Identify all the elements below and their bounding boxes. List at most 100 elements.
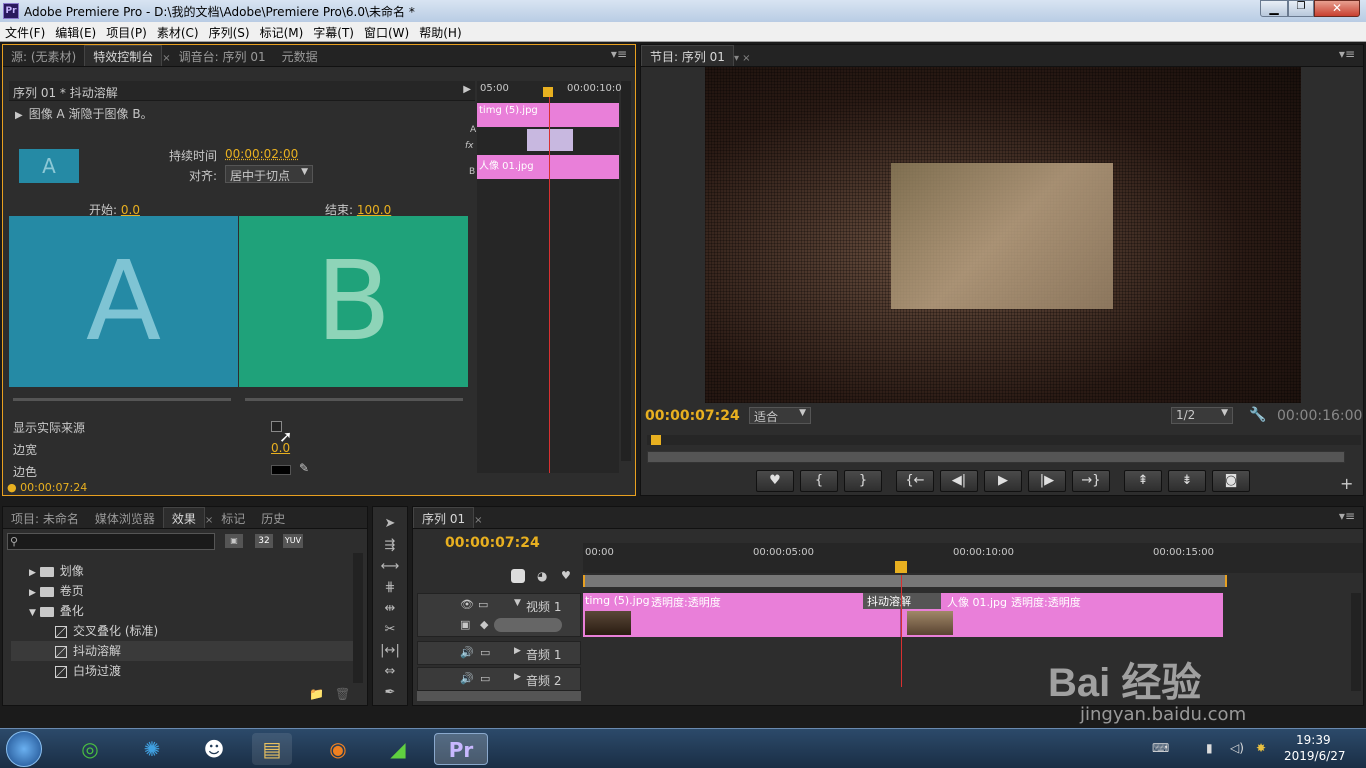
tree-folder-dissolve[interactable]: ▼ 叠化 (11, 601, 355, 621)
resolution-dropdown[interactable]: 1/2 ▼ (1171, 407, 1233, 424)
keyframe-nav[interactable] (494, 618, 562, 632)
close-icon[interactable]: ✕ (1314, 0, 1360, 17)
panel-menu-icon[interactable]: ▾≡ (1339, 509, 1355, 523)
add-marker-icon[interactable]: ◕ (537, 569, 547, 583)
program-playhead-icon[interactable] (651, 435, 661, 445)
selection-tool-icon[interactable]: ➤ (379, 516, 401, 534)
rate-stretch-icon[interactable]: ⇹ (379, 601, 401, 619)
qq-icon[interactable]: ☻ (194, 733, 234, 765)
marker-icon[interactable]: ♥ (561, 569, 571, 582)
eye-icon[interactable]: 👁 (460, 598, 474, 611)
mini-transition[interactable] (527, 129, 573, 151)
speaker-icon[interactable]: 🔊 (460, 646, 474, 659)
tab-close-icon[interactable]: × (205, 515, 213, 526)
tab-media-browser[interactable]: 媒体浏览器 (87, 508, 163, 528)
program-zoom-bar[interactable] (647, 451, 1345, 463)
media-player-icon[interactable]: ✺ (132, 733, 172, 765)
film-icon[interactable]: ▭ (478, 598, 488, 611)
tab-markers[interactable]: 标记 (213, 508, 253, 528)
timeline-h-scroll-left[interactable] (417, 691, 581, 701)
menu-help[interactable]: 帮助(H) (414, 22, 466, 43)
clock-date[interactable]: 2019/6/27 (1284, 749, 1346, 763)
timeline-timecode[interactable]: 00:00:07:24 (445, 535, 540, 551)
tab-history[interactable]: 历史 (253, 508, 293, 528)
panel-menu-icon[interactable]: ▾≡ (611, 47, 627, 61)
start-value[interactable]: 0.0 (121, 203, 140, 217)
effect-timecode[interactable]: 00:00:07:24 (20, 481, 87, 494)
wrench-icon[interactable]: 🔧 (1249, 407, 1266, 423)
menu-project[interactable]: 项目(P) (101, 22, 152, 43)
work-area-bar[interactable] (583, 575, 1227, 587)
time-ruler[interactable]: 00:00 00:00:05:00 00:00:10:00 00:00:15:0… (583, 543, 1363, 573)
film-icon[interactable]: ▭ (480, 672, 490, 685)
keyframe-icon[interactable]: ◆ (480, 618, 488, 631)
menu-marker[interactable]: 标记(M) (255, 22, 309, 43)
tab-metadata[interactable]: 元数据 (274, 46, 326, 66)
align-dropdown[interactable]: 居中于切点 ▼ (225, 165, 313, 183)
tab-audio-mixer[interactable]: 调音台: 序列 01 (171, 46, 274, 66)
go-to-in-button[interactable]: {← (896, 470, 934, 492)
file-explorer-icon[interactable]: ▤ (252, 733, 292, 765)
mark-out-button[interactable]: } (844, 470, 882, 492)
tab-close-icon[interactable]: ▾ × (734, 53, 751, 64)
delete-icon[interactable]: 🗑 (335, 687, 350, 701)
add-button-icon[interactable]: + (1340, 474, 1353, 493)
firefox-icon[interactable]: ◉ (318, 733, 358, 765)
menu-title[interactable]: 字幕(T) (308, 22, 359, 43)
menu-sequence[interactable]: 序列(S) (204, 22, 255, 43)
program-scrub-bar[interactable] (647, 435, 1361, 445)
yuv-filter-icon[interactable]: YUV (283, 534, 303, 548)
mini-clip-b[interactable]: 人像 01.jpg (477, 155, 619, 179)
slip-icon[interactable]: |↔| (379, 643, 401, 661)
start-button-icon[interactable] (6, 731, 42, 767)
go-to-out-button[interactable]: →} (1072, 470, 1110, 492)
effects-scrollbar[interactable] (353, 553, 363, 683)
lift-button[interactable]: ⇞ (1124, 470, 1162, 492)
tree-effect-cross-dissolve[interactable]: 交叉叠化 (标准) (11, 621, 355, 641)
expand-arrow-icon[interactable]: ▶ (514, 672, 521, 682)
program-timecode[interactable]: 00:00:07:24 (645, 408, 740, 424)
tab-source[interactable]: 源: (无素材) (3, 46, 84, 66)
slide-icon[interactable]: ⇔ (379, 664, 401, 682)
clock-time[interactable]: 19:39 (1296, 733, 1331, 747)
menu-file[interactable]: 文件(F) (0, 22, 50, 43)
tree-folder-wipe[interactable]: ▶ 划像 (11, 561, 355, 581)
tab-effect-controls[interactable]: 特效控制台 (84, 45, 163, 66)
extract-button[interactable]: ⇟ (1168, 470, 1206, 492)
border-color-swatch[interactable] (271, 465, 291, 475)
video-editor-icon[interactable]: ◢ (378, 733, 418, 765)
tab-close-icon[interactable]: × (474, 515, 482, 526)
pen-icon[interactable]: ✒ (379, 685, 401, 703)
expand-arrow-icon[interactable]: ▶ (514, 646, 521, 656)
track-select-icon[interactable]: ⇶ (379, 538, 401, 556)
tab-project[interactable]: 项目: 未命名 (3, 508, 87, 528)
effects-search-input[interactable]: ⚲ (7, 533, 215, 550)
start-slider[interactable] (13, 398, 231, 401)
eyedropper-icon[interactable]: ✎ (299, 461, 309, 475)
ripple-edit-icon[interactable]: ⟷ (379, 559, 401, 577)
playhead-marker-icon[interactable] (543, 87, 553, 97)
display-style-icon[interactable]: ▣ (460, 618, 470, 631)
menu-window[interactable]: 窗口(W) (359, 22, 414, 43)
razor-icon[interactable]: ✂ (379, 622, 401, 640)
timeline-playhead-icon[interactable] (895, 561, 907, 573)
clip-timg5[interactable]: timg (5).jpg 透明度:透明度 (583, 593, 901, 637)
speaker-icon[interactable]: 🔊 (460, 672, 474, 685)
snap-icon[interactable] (511, 569, 525, 583)
play-preview-icon[interactable]: ▶ (15, 110, 23, 121)
duration-value[interactable]: 00:00:02:00 (225, 147, 298, 161)
rolling-edit-icon[interactable]: ⋕ (379, 580, 401, 598)
volume-icon[interactable]: ◁) (1230, 741, 1244, 755)
end-slider[interactable] (245, 398, 463, 401)
end-value[interactable]: 100.0 (357, 203, 391, 217)
tab-sequence[interactable]: 序列 01 (413, 507, 475, 528)
collapse-arrow-icon[interactable]: ▼ (514, 598, 521, 608)
keyboard-icon[interactable]: ⌨ (1152, 741, 1169, 755)
maximize-icon[interactable]: ❐ (1288, 0, 1314, 17)
play-button[interactable]: ▶ (984, 470, 1022, 492)
360-icon[interactable]: ◎ (70, 733, 110, 765)
panel-menu-icon[interactable]: ▾≡ (1339, 47, 1355, 61)
add-marker-button[interactable]: ♥ (756, 470, 794, 492)
tab-close-icon[interactable]: × (162, 53, 170, 64)
menu-clip[interactable]: 素材(C) (152, 22, 204, 43)
